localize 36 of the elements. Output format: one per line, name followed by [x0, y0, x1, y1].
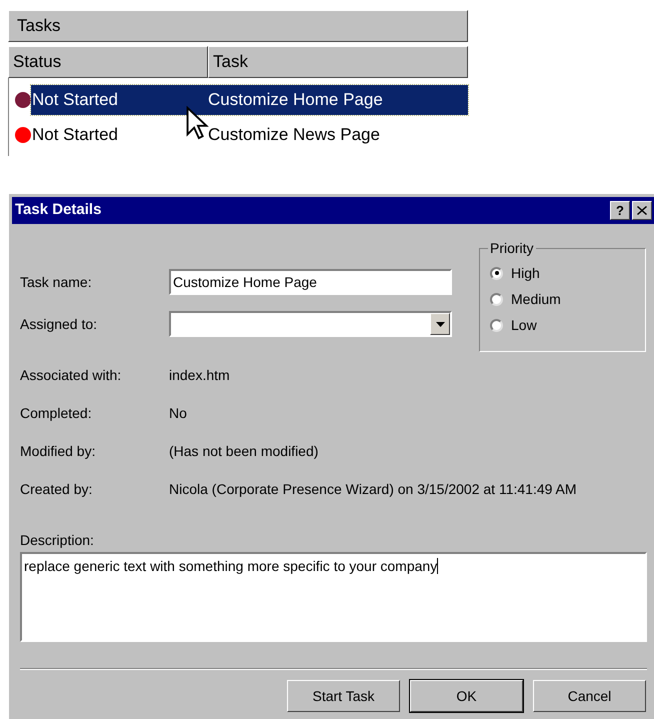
radio-icon[interactable]	[490, 292, 503, 306]
field-label: Associated with:	[20, 366, 122, 384]
tasks-panel-header: Tasks	[8, 10, 468, 42]
close-button[interactable]	[632, 201, 652, 220]
field-label: Assigned to:	[20, 314, 98, 334]
field-value: Nicola (Corporate Presence Wizard) on 3/15/2002 at 11:41:49 AM	[169, 480, 577, 499]
description-field[interactable]: replace generic text with something more specific to your company	[20, 552, 647, 642]
status-text: Not Started	[32, 90, 118, 109]
window-title: Task Details	[15, 200, 102, 220]
field-value: (Has not been modified)	[169, 442, 318, 461]
dialog-button[interactable]: Start Task	[287, 680, 400, 712]
priority-radio[interactable]: Low	[490, 315, 645, 335]
field-label: Task name:	[20, 272, 93, 292]
field-label: Modified by:	[20, 442, 96, 461]
column-header[interactable]: Task	[208, 46, 468, 78]
dialog-button[interactable]: OK	[410, 680, 523, 712]
status-text: Not Started	[32, 124, 118, 144]
assigned-to-dropdown[interactable]	[169, 311, 452, 337]
close-icon	[637, 206, 647, 215]
field-value: index.htm	[169, 366, 230, 384]
description-label: Description:	[20, 531, 95, 550]
radio-icon[interactable]	[490, 318, 503, 332]
task-text: Customize News Page	[208, 124, 380, 146]
mouse-pointer-icon	[185, 106, 209, 140]
radio-icon[interactable]	[490, 266, 503, 280]
task-text: Customize Home Page	[208, 88, 383, 111]
priority-radio[interactable]: High	[490, 263, 645, 283]
column-header[interactable]: Status	[8, 46, 208, 78]
dialog-button[interactable]: Cancel	[533, 680, 646, 712]
task-name-field[interactable]: Customize Home Page	[169, 269, 452, 295]
field-label: Completed:	[20, 404, 93, 423]
field-label: Created by:	[20, 480, 94, 499]
priority-radio[interactable]: Medium	[490, 289, 645, 309]
task-row[interactable]: Not Started Customize News Page	[9, 117, 468, 152]
help-button[interactable]: ?	[610, 201, 630, 220]
field-value: No	[169, 404, 187, 422]
